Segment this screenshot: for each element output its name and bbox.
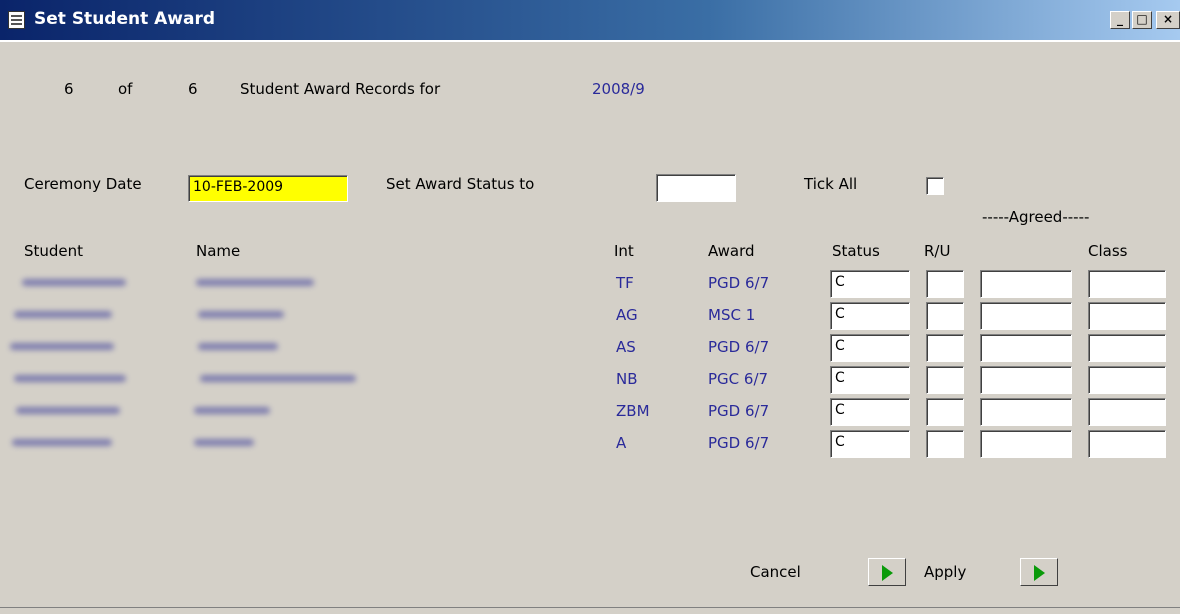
records-label: Student Award Records for — [240, 80, 441, 98]
cancel-label: Cancel — [750, 563, 801, 581]
row-class-field[interactable] — [1088, 334, 1166, 362]
green-play-arrow-icon — [882, 565, 893, 581]
row-ru-field[interactable] — [926, 366, 964, 394]
row-class-field[interactable] — [1088, 366, 1166, 394]
row-award: PGD 6/7 — [708, 402, 770, 420]
academic-year: 2008/9 — [592, 80, 645, 98]
row-class-field[interactable] — [1088, 302, 1166, 330]
redacted-student-id — [10, 343, 114, 350]
row-status-field[interactable]: C — [830, 430, 910, 458]
redacted-student-name — [200, 375, 356, 382]
record-of-label: of — [118, 80, 133, 98]
row-int: ZBM — [616, 402, 650, 420]
row-agreed-field[interactable] — [980, 398, 1072, 426]
cancel-button[interactable] — [868, 558, 906, 586]
redacted-student-name — [196, 279, 314, 286]
row-status-field[interactable]: C — [830, 334, 910, 362]
row-award: PGD 6/7 — [708, 274, 770, 292]
agreed-group-label: -----Agreed----- — [982, 208, 1090, 226]
row-ru-field[interactable] — [926, 430, 964, 458]
redacted-student-id — [16, 407, 120, 414]
apply-button[interactable] — [1020, 558, 1058, 586]
row-status-field[interactable]: C — [830, 366, 910, 394]
row-agreed-field[interactable] — [980, 366, 1072, 394]
redacted-student-name — [194, 439, 254, 446]
row-agreed-field[interactable] — [980, 270, 1072, 298]
row-int: TF — [616, 274, 634, 292]
ceremony-date-field[interactable]: 10-FEB-2009 — [188, 175, 348, 202]
row-class-field[interactable] — [1088, 398, 1166, 426]
column-award: Award — [708, 242, 755, 260]
set-award-status-label: Set Award Status to — [386, 175, 535, 193]
column-status: Status — [832, 242, 880, 260]
form-bottom-border — [0, 607, 1180, 608]
row-award: PGD 6/7 — [708, 338, 770, 356]
row-int: AS — [616, 338, 636, 356]
row-int: A — [616, 434, 627, 452]
window-title: Set Student Award — [34, 9, 216, 29]
close-button[interactable]: × — [1156, 11, 1180, 29]
window-form-icon — [8, 11, 25, 29]
column-ru: R/U — [924, 242, 951, 260]
record-current: 6 — [64, 80, 74, 98]
row-status-field[interactable]: C — [830, 270, 910, 298]
redacted-student-name — [194, 407, 270, 414]
row-agreed-field[interactable] — [980, 334, 1072, 362]
redacted-student-name — [198, 311, 284, 318]
column-name: Name — [196, 242, 241, 260]
ceremony-date-label: Ceremony Date — [24, 175, 142, 193]
green-play-arrow-icon — [1034, 565, 1045, 581]
record-total: 6 — [188, 80, 198, 98]
redacted-student-id — [12, 439, 112, 446]
column-student: Student — [24, 242, 84, 260]
row-class-field[interactable] — [1088, 270, 1166, 298]
apply-label: Apply — [924, 563, 967, 581]
row-int: NB — [616, 370, 638, 388]
redacted-student-name — [198, 343, 278, 350]
tick-all-label: Tick All — [804, 175, 858, 193]
row-int: AG — [616, 306, 638, 324]
row-status-field[interactable]: C — [830, 398, 910, 426]
title-bar[interactable]: Set Student Award _ □ × — [0, 0, 1180, 40]
row-agreed-field[interactable] — [980, 430, 1072, 458]
redacted-student-id — [14, 375, 126, 382]
column-class: Class — [1088, 242, 1128, 260]
row-award: PGD 6/7 — [708, 434, 770, 452]
row-class-field[interactable] — [1088, 430, 1166, 458]
row-ru-field[interactable] — [926, 398, 964, 426]
maximize-button[interactable]: □ — [1132, 11, 1152, 29]
row-award: PGC 6/7 — [708, 370, 769, 388]
redacted-student-id — [14, 311, 112, 318]
redacted-student-id — [22, 279, 126, 286]
tick-all-checkbox[interactable] — [926, 177, 944, 195]
row-ru-field[interactable] — [926, 334, 964, 362]
column-int: Int — [614, 242, 634, 260]
set-award-status-field[interactable] — [656, 174, 736, 202]
row-award: MSC 1 — [708, 306, 756, 324]
minimize-button[interactable]: _ — [1110, 11, 1130, 29]
row-status-field[interactable]: C — [830, 302, 910, 330]
row-agreed-field[interactable] — [980, 302, 1072, 330]
row-ru-field[interactable] — [926, 270, 964, 298]
row-ru-field[interactable] — [926, 302, 964, 330]
